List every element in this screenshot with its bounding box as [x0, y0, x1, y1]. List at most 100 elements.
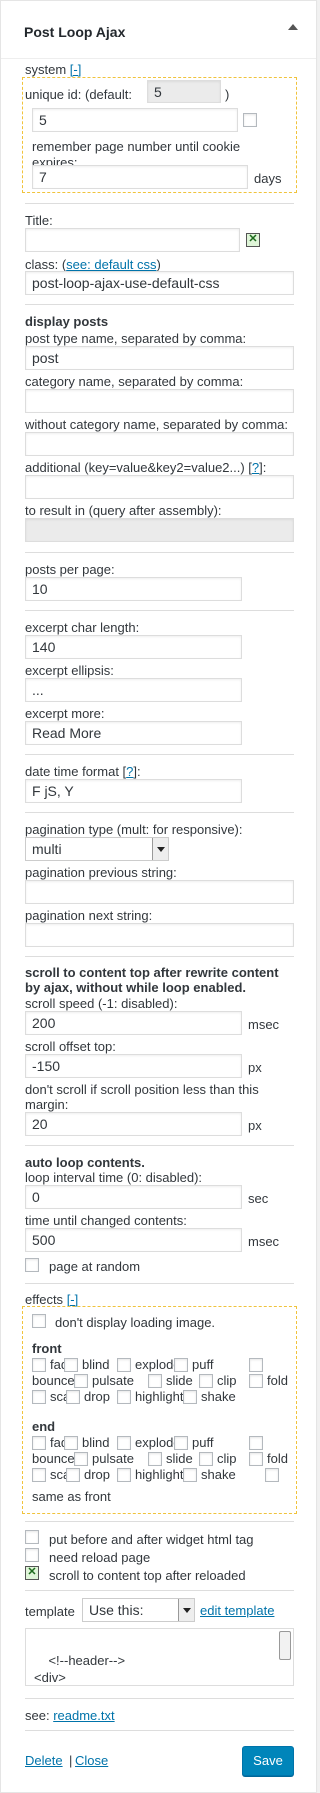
unique-id-checkbox[interactable] — [243, 113, 257, 127]
effect-checkbox[interactable] — [66, 1468, 80, 1482]
effect-checkbox[interactable] — [249, 1452, 263, 1466]
edit-template-link[interactable]: edit template — [200, 1603, 274, 1618]
effect-checkbox[interactable] — [117, 1390, 131, 1404]
pagination-prev-input[interactable] — [25, 880, 294, 904]
readme-link[interactable]: readme.txt — [53, 1708, 114, 1723]
result-label: to result in (query after assembly): — [25, 503, 222, 518]
effect-checkbox[interactable] — [148, 1374, 162, 1388]
save-button[interactable]: Save — [242, 1746, 294, 1776]
effect-label-drop: drop — [84, 1389, 111, 1404]
widget-panel: Post Loop Ajax system [-] unique id: (de… — [0, 0, 317, 1793]
template-select[interactable]: Use this: — [82, 1598, 195, 1622]
effect-label-puff: puff — [192, 1357, 214, 1372]
effect-label-fold: fold — [267, 1451, 288, 1466]
effect-checkbox[interactable] — [32, 1358, 46, 1372]
effect-checkbox[interactable] — [183, 1468, 197, 1482]
scroll-margin-input[interactable]: 20 — [25, 1112, 242, 1136]
effect-checkbox[interactable] — [199, 1374, 213, 1388]
divider — [25, 1521, 294, 1522]
put-before-after-checkbox[interactable] — [25, 1530, 39, 1544]
scroll-speed-input[interactable]: 200 — [25, 1011, 242, 1035]
days-unit: days — [254, 171, 282, 186]
pagination-next-input[interactable] — [25, 923, 294, 947]
scroll-margin-label-2: margin: — [25, 1097, 69, 1112]
effect-checkbox[interactable] — [249, 1374, 263, 1388]
effect-checkbox[interactable] — [174, 1436, 188, 1450]
excerpt-char-length-input[interactable]: 140 — [25, 635, 242, 659]
divider — [25, 812, 294, 813]
additional-label: additional (key=value&key2=value2...) [?… — [25, 460, 267, 475]
date-time-input[interactable]: F jS, Y — [25, 779, 242, 803]
excerpt-ellipsis-input[interactable]: ... — [25, 678, 242, 702]
effect-checkbox[interactable] — [199, 1452, 213, 1466]
effect-checkbox[interactable] — [174, 1358, 188, 1372]
effect-checkbox[interactable] — [32, 1436, 46, 1450]
unique-id-input[interactable]: 5 — [32, 108, 238, 132]
effect-label-clip: clip — [217, 1451, 237, 1466]
scroll-heading-2: by ajax, without while loop enabled. — [25, 980, 247, 995]
class-input[interactable]: post-loop-ajax-use-default-css — [25, 271, 294, 295]
effect-checkbox[interactable] — [74, 1452, 88, 1466]
scroll-offset-unit: px — [248, 1060, 262, 1075]
posts-per-page-input[interactable]: 10 — [25, 577, 242, 601]
textarea-scrollbar[interactable] — [279, 1631, 291, 1660]
effect-checkbox[interactable] — [265, 1468, 279, 1482]
display-posts-heading: display posts — [25, 314, 109, 329]
effect-checkbox[interactable] — [148, 1452, 162, 1466]
excerpt-more-input[interactable]: Read More — [25, 721, 242, 745]
effect-checkbox[interactable] — [249, 1436, 263, 1450]
effect-checkbox[interactable] — [117, 1358, 131, 1372]
effect-checkbox[interactable] — [249, 1358, 263, 1372]
unique-id-default-field: 5 — [147, 80, 221, 103]
unique-id-suffix: ) — [225, 87, 230, 102]
default-css-link[interactable]: see: default css — [66, 257, 156, 272]
template-textarea[interactable]: <!--header--> <div> <!-- <div style="ove… — [25, 1628, 294, 1686]
pagination-type-value: multi — [32, 841, 62, 857]
loop-interval-unit: sec — [248, 1191, 269, 1206]
divider — [25, 304, 294, 305]
category-input[interactable] — [25, 389, 294, 413]
cookie-days-input[interactable]: 7 — [32, 165, 248, 189]
scroll-after-reload-checkbox[interactable]: ✕ — [25, 1566, 39, 1580]
changed-contents-unit: msec — [248, 1234, 280, 1249]
divider — [25, 1590, 294, 1591]
pagination-type-select[interactable]: multi — [25, 837, 169, 861]
see-readme: see: readme.txt — [25, 1708, 115, 1723]
need-reload-checkbox[interactable] — [25, 1548, 39, 1562]
delete-link[interactable]: Delete — [25, 1753, 63, 1768]
title-checkbox[interactable]: ✕ — [246, 233, 260, 247]
effect-checkbox[interactable] — [74, 1374, 88, 1388]
close-link[interactable]: Close — [75, 1753, 108, 1768]
title-input[interactable] — [25, 228, 240, 252]
footer-separator: | — [69, 1753, 73, 1768]
effect-checkbox[interactable] — [32, 1468, 46, 1482]
post-type-input[interactable]: post — [25, 346, 294, 370]
effect-checkbox[interactable] — [66, 1390, 80, 1404]
effect-checkbox[interactable] — [64, 1358, 78, 1372]
random-page-checkbox[interactable] — [25, 1258, 39, 1272]
effect-checkbox[interactable] — [64, 1436, 78, 1450]
widget-header[interactable]: Post Loop Ajax — [1, 1, 316, 59]
effect-checkbox[interactable] — [32, 1390, 46, 1404]
scroll-margin-label-1: don't scroll if scroll position less tha… — [25, 1082, 259, 1097]
system-toggle[interactable]: [-] — [70, 62, 82, 77]
category-label: category name, separated by comma: — [25, 374, 244, 389]
collapse-arrow-icon[interactable] — [288, 24, 298, 30]
effects-toggle[interactable]: [-] — [67, 1292, 79, 1307]
divider — [25, 203, 294, 204]
divider — [25, 1145, 294, 1146]
additional-input[interactable] — [25, 475, 294, 499]
without-category-input[interactable] — [25, 432, 294, 456]
widget-title: Post Loop Ajax — [24, 24, 126, 40]
effect-label-slide: slide — [166, 1373, 193, 1388]
changed-contents-input[interactable]: 500 — [25, 1228, 242, 1252]
loop-interval-input[interactable]: 0 — [25, 1185, 242, 1209]
no-loading-checkbox[interactable] — [32, 1314, 46, 1328]
scroll-offset-input[interactable]: -150 — [25, 1054, 242, 1078]
effect-label-fold: fold — [267, 1373, 288, 1388]
effect-checkbox[interactable] — [117, 1468, 131, 1482]
effect-checkbox[interactable] — [183, 1390, 197, 1404]
effect-checkbox[interactable] — [117, 1436, 131, 1450]
effect-label-bounce: bounce — [32, 1451, 75, 1466]
dropdown-arrow-icon — [152, 838, 168, 860]
